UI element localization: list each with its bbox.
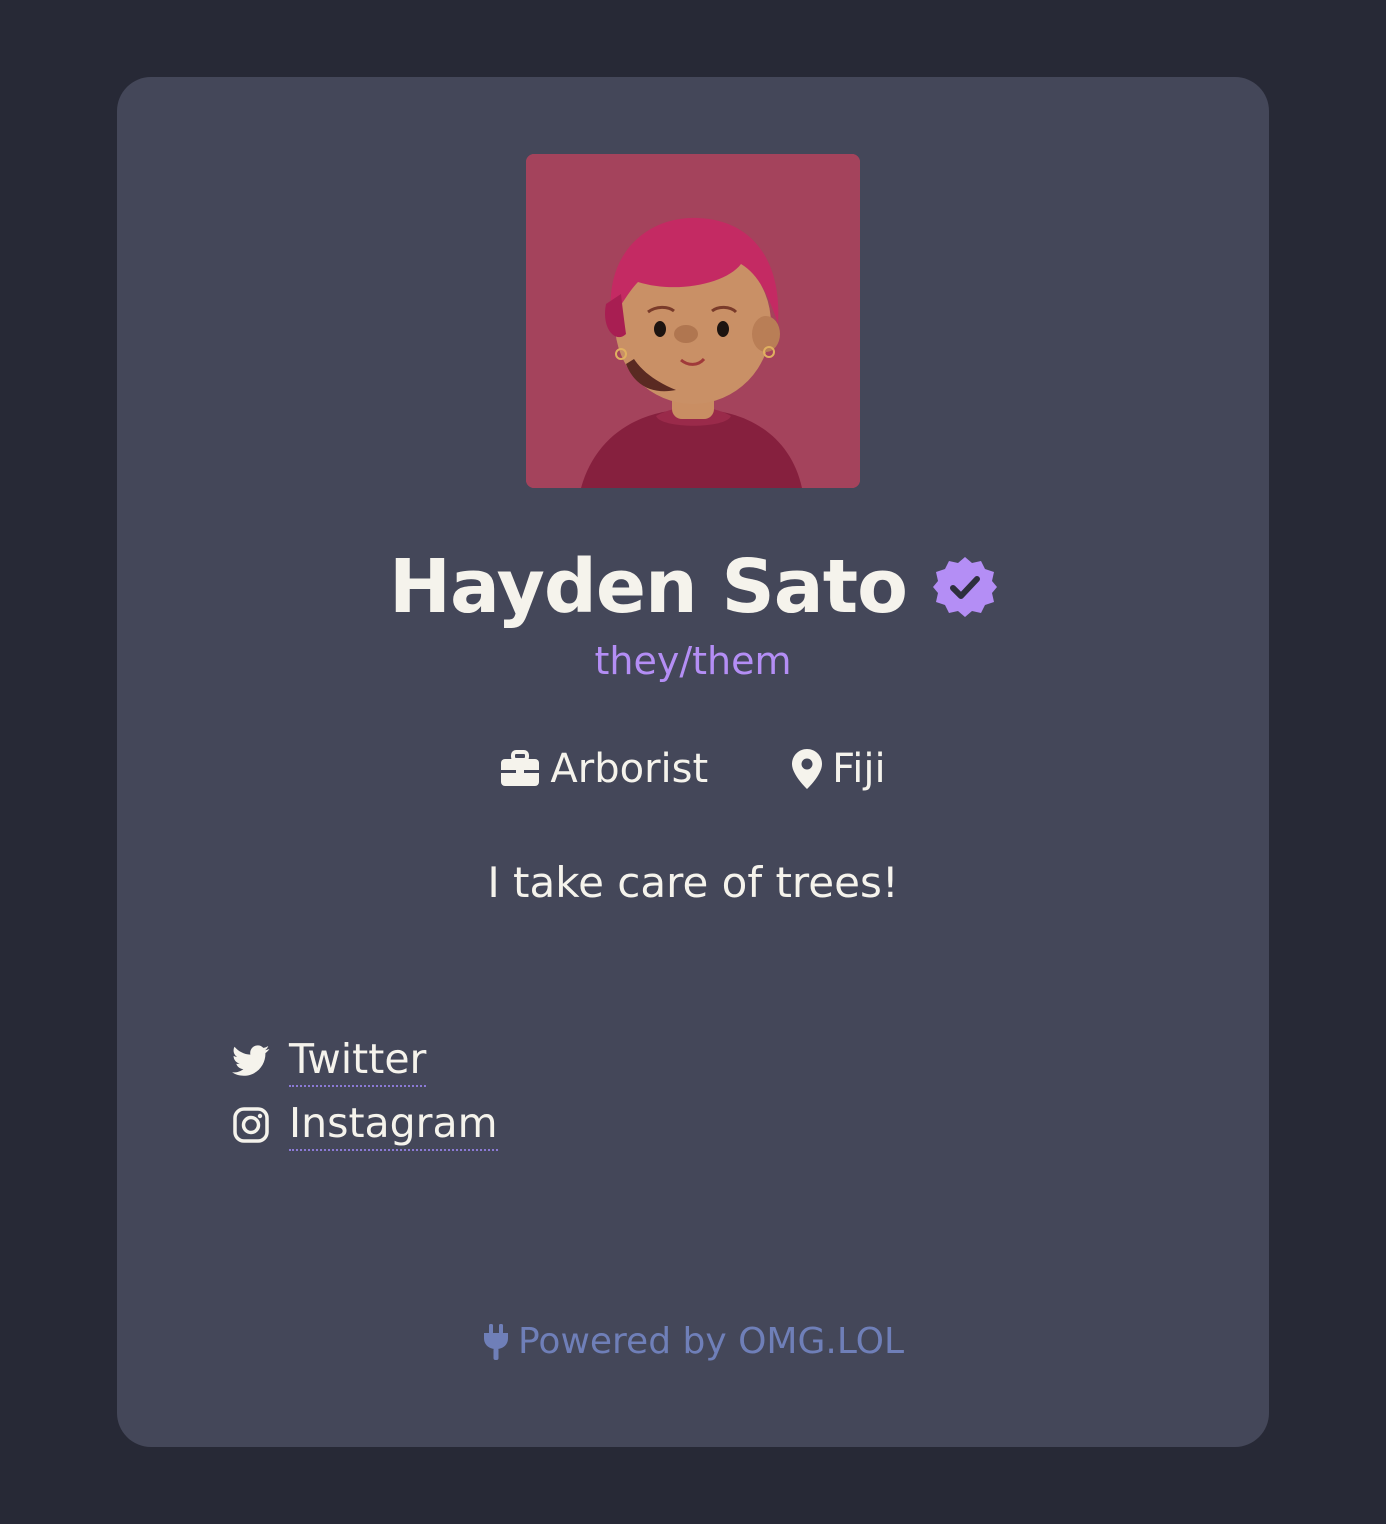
- link-item-twitter: Twitter: [231, 1029, 498, 1093]
- verified-badge-icon: [932, 555, 997, 619]
- avatar-image: [526, 154, 860, 488]
- location-label: Fiji: [832, 746, 886, 792]
- profile-name: Hayden Sato: [389, 544, 908, 630]
- instagram-icon: [231, 1105, 271, 1145]
- footer-text[interactable]: Powered by OMG.LOL: [518, 1321, 904, 1362]
- twitter-link[interactable]: Twitter: [289, 1035, 427, 1087]
- plug-icon: [482, 1323, 510, 1360]
- avatar: [526, 154, 860, 488]
- profile-card: Hayden Sato they/them Arborist Fiji I ta…: [117, 77, 1269, 1447]
- map-pin-icon: [792, 749, 823, 789]
- instagram-link[interactable]: Instagram: [289, 1099, 498, 1151]
- briefcase-icon: [500, 750, 540, 788]
- occupation-label: Arborist: [550, 746, 709, 792]
- links-list: Twitter Instagram: [231, 1029, 498, 1157]
- meta-row: Arborist Fiji: [117, 741, 1269, 797]
- location: Fiji: [792, 746, 886, 792]
- name-row: Hayden Sato: [117, 539, 1269, 635]
- occupation: Arborist: [500, 746, 708, 792]
- pronouns: they/them: [594, 639, 792, 683]
- bio: I take care of trees!: [487, 858, 899, 907]
- footer: Powered by OMG.LOL: [117, 1321, 1269, 1362]
- twitter-icon: [231, 1041, 271, 1081]
- link-item-instagram: Instagram: [231, 1093, 498, 1157]
